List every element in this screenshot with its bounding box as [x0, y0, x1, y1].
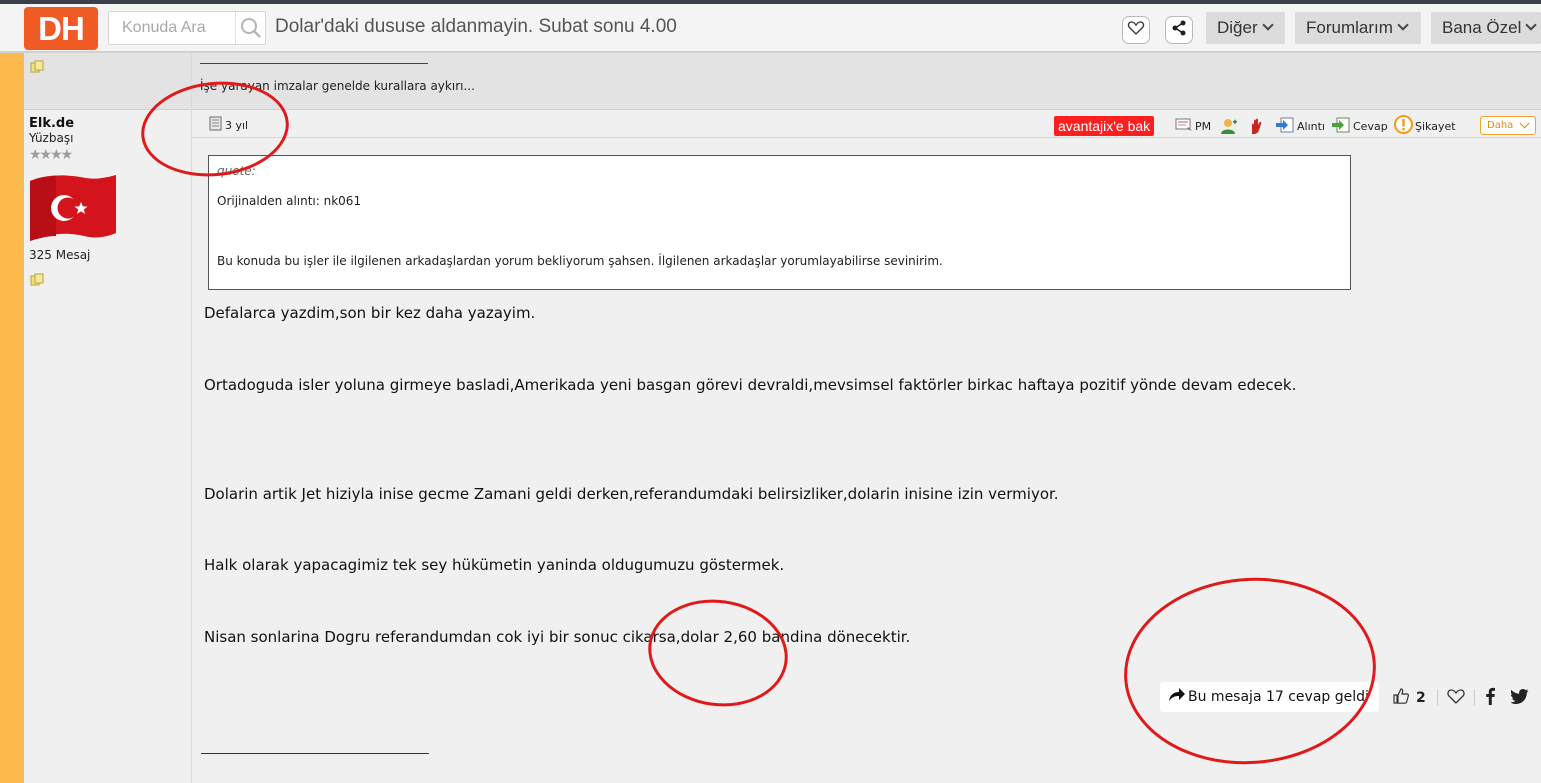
report-button[interactable]: Şikayet: [1394, 115, 1456, 137]
more-button[interactable]: Daha: [1480, 116, 1536, 135]
heart-icon: [1127, 20, 1145, 40]
pm-label: PM: [1195, 119, 1212, 133]
report-label: Şikayet: [1415, 119, 1456, 133]
menu-bana-ozel[interactable]: Bana Özel: [1431, 12, 1541, 44]
post-paragraph: Defalarca yazdim,son bir kez daha yazayi…: [204, 304, 536, 322]
quote-body: Bu konuda bu işler ile ilgilenen arkadaş…: [217, 254, 943, 268]
divider: [1437, 689, 1438, 705]
pm-icon: [1175, 118, 1193, 135]
quote-icon: [1275, 117, 1295, 136]
block-user-icon[interactable]: [1247, 116, 1265, 136]
add-friend-icon[interactable]: [1220, 116, 1238, 136]
menu-diger-label: Diğer: [1217, 18, 1258, 37]
share-icon: [1171, 20, 1187, 40]
ad-button[interactable]: avantajix'e bak: [1054, 116, 1155, 136]
favorite-button[interactable]: [1122, 16, 1150, 44]
copy-icon[interactable]: [30, 58, 44, 73]
warning-icon: [1394, 115, 1413, 137]
avatar[interactable]: [28, 173, 117, 242]
chevron-down-icon: [1519, 118, 1530, 129]
top-bar: DH Dolar'daki dususe aldanmayin. Subat s…: [0, 0, 1541, 52]
quote-label: Alıntı: [1297, 119, 1325, 133]
page-title: Dolar'daki dususe aldanmayin. Subat sonu…: [275, 16, 677, 37]
menu-bana-ozel-label: Bana Özel: [1442, 18, 1522, 37]
site-logo[interactable]: DH: [24, 7, 98, 50]
user-name[interactable]: Elk.de: [29, 116, 74, 131]
reply-label: Cevap: [1353, 119, 1388, 133]
search-box: [108, 11, 266, 45]
quote-original-author: Orijinalden alıntı: nk061: [217, 194, 362, 208]
reply-button[interactable]: Cevap: [1331, 116, 1388, 136]
menu-forumlarim[interactable]: Forumlarım: [1295, 12, 1421, 44]
chevron-down-icon: [1525, 19, 1538, 31]
pm-button[interactable]: PM: [1175, 116, 1211, 136]
facebook-icon[interactable]: [1484, 687, 1496, 709]
heart-icon[interactable]: [1446, 687, 1466, 709]
chevron-down-icon: [1261, 19, 1274, 31]
quote-box: quote: Orijinalden alıntı: nk061 Bu konu…: [208, 155, 1351, 290]
thumbs-up-icon: [1392, 687, 1410, 709]
copy-icon[interactable]: [30, 271, 44, 286]
user-rank: Yüzbaşı: [29, 131, 74, 145]
post-paragraph: Ortadoguda isler yoluna girmeye basladi,…: [204, 376, 1297, 394]
like-button[interactable]: 2: [1392, 687, 1426, 709]
signature-separator: [201, 753, 429, 754]
like-count: 2: [1416, 690, 1426, 706]
user-post-count: 325 Mesaj: [29, 248, 91, 262]
post-paragraph: Nisan sonlarina Dogru referandumdan cok …: [204, 628, 911, 646]
annotation-circle: [641, 590, 795, 716]
annotation-circle: [1117, 569, 1383, 773]
share-button[interactable]: [1165, 16, 1193, 44]
post-paragraph: Halk olarak yapacagimiz tek sey hükümeti…: [204, 556, 785, 574]
user-rank-stars: ★★★★: [29, 147, 73, 163]
post-paragraph: Dolarin artik Jet hiziyla inise gecme Za…: [204, 485, 1059, 503]
menu-forumlarim-label: Forumlarım: [1306, 18, 1393, 37]
signature-separator: [200, 63, 428, 64]
divider: [1474, 689, 1475, 705]
reply-icon: [1331, 117, 1351, 136]
menu-diger[interactable]: Diğer: [1206, 12, 1285, 44]
chevron-down-icon: [1397, 19, 1409, 31]
twitter-icon[interactable]: [1510, 689, 1529, 708]
search-input[interactable]: [109, 12, 235, 44]
more-label: Daha: [1487, 120, 1514, 131]
quote-button[interactable]: Alıntı: [1275, 116, 1325, 136]
search-icon[interactable]: [235, 12, 265, 44]
left-accent-strip: [0, 53, 24, 783]
